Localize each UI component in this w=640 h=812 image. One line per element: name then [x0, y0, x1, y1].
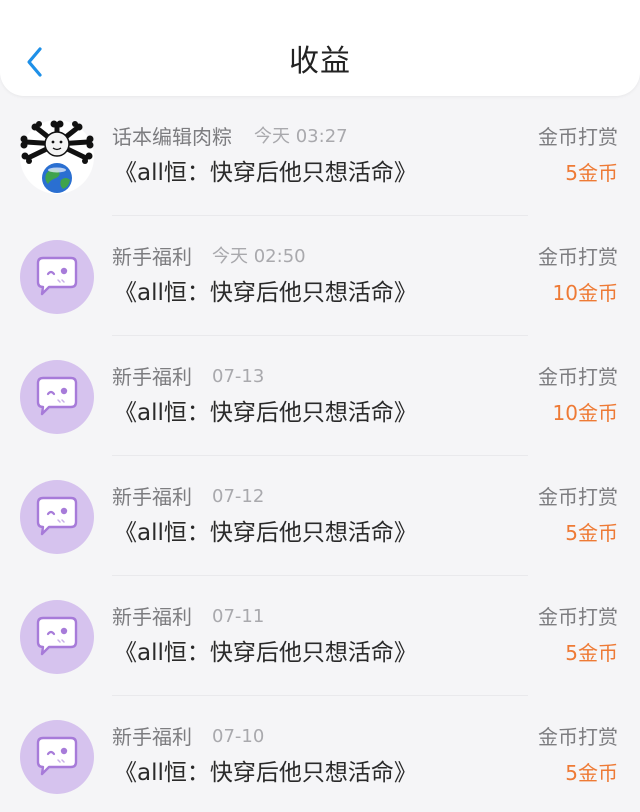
book-title[interactable]: 《all恒：快穿后他只想活命》 — [114, 638, 417, 668]
user-avatar-icon[interactable] — [20, 120, 94, 194]
earnings-record[interactable]: 新手福利 今天 02:50 《all恒：快穿后他只想活命》 金币打赏 10金币 — [0, 216, 640, 336]
sender-name: 新手福利 — [112, 725, 192, 749]
record-type: 金币打赏 — [538, 125, 618, 149]
record-type: 金币打赏 — [538, 485, 618, 509]
earnings-list: 话本编辑肉粽 今天 03:27 《all恒：快穿后他只想活命》 金币打赏 5金币… — [0, 96, 640, 812]
earnings-record[interactable]: 新手福利 07-10 《all恒：快穿后他只想活命》 金币打赏 5金币 — [0, 696, 640, 812]
chat-bubble-icon — [36, 256, 78, 296]
record-type: 金币打赏 — [538, 605, 618, 629]
sender-name: 新手福利 — [112, 365, 192, 389]
chat-bubble-icon — [36, 496, 78, 536]
record-type: 金币打赏 — [538, 725, 618, 749]
sender-name: 新手福利 — [112, 245, 192, 269]
record-time: 07-13 — [212, 366, 265, 387]
chat-bubble-icon — [36, 736, 78, 776]
sender-name: 话本编辑肉粽 — [112, 125, 232, 149]
earnings-record[interactable]: 新手福利 07-12 《all恒：快穿后他只想活命》 金币打赏 5金币 — [0, 456, 640, 576]
record-type: 金币打赏 — [538, 365, 618, 389]
sender-name: 新手福利 — [112, 485, 192, 509]
bot-avatar[interactable] — [20, 600, 94, 674]
record-time: 07-10 — [212, 726, 265, 747]
bot-avatar[interactable] — [20, 480, 94, 554]
earnings-record[interactable]: 话本编辑肉粽 今天 03:27 《all恒：快穿后他只想活命》 金币打赏 5金币 — [0, 96, 640, 216]
earnings-record[interactable]: 新手福利 07-13 《all恒：快穿后他只想活命》 金币打赏 10金币 — [0, 336, 640, 456]
coin-amount: 5金币 — [565, 161, 618, 185]
book-title[interactable]: 《all恒：快穿后他只想活命》 — [114, 758, 417, 788]
book-title[interactable]: 《all恒：快穿后他只想活命》 — [114, 398, 417, 428]
coin-amount: 5金币 — [565, 641, 618, 665]
bot-avatar[interactable] — [20, 240, 94, 314]
bot-avatar[interactable] — [20, 720, 94, 794]
record-type: 金币打赏 — [538, 245, 618, 269]
record-time: 07-11 — [212, 606, 265, 627]
book-title[interactable]: 《all恒：快穿后他只想活命》 — [114, 518, 417, 548]
book-title[interactable]: 《all恒：快穿后他只想活命》 — [114, 278, 417, 308]
coin-amount: 5金币 — [565, 521, 618, 545]
earnings-record[interactable]: 新手福利 07-11 《all恒：快穿后他只想活命》 金币打赏 5金币 — [0, 576, 640, 696]
chat-bubble-icon — [36, 616, 78, 656]
top-bar: 收益 — [0, 0, 640, 96]
bot-avatar[interactable] — [20, 360, 94, 434]
earnings-screen: 收益 话本编辑肉粽 今天 03:27 《all恒：快穿后他只想活命》 金币打赏 … — [0, 0, 640, 812]
page-title: 收益 — [289, 44, 351, 79]
chat-bubble-icon — [36, 376, 78, 416]
coin-amount: 10金币 — [552, 281, 618, 305]
coin-amount: 5金币 — [565, 761, 618, 785]
record-time: 今天 03:27 — [254, 126, 348, 147]
book-title[interactable]: 《all恒：快穿后他只想活命》 — [114, 158, 417, 188]
record-time: 07-12 — [212, 486, 265, 507]
coin-amount: 10金币 — [552, 401, 618, 425]
record-time: 今天 02:50 — [212, 246, 306, 267]
sender-name: 新手福利 — [112, 605, 192, 629]
